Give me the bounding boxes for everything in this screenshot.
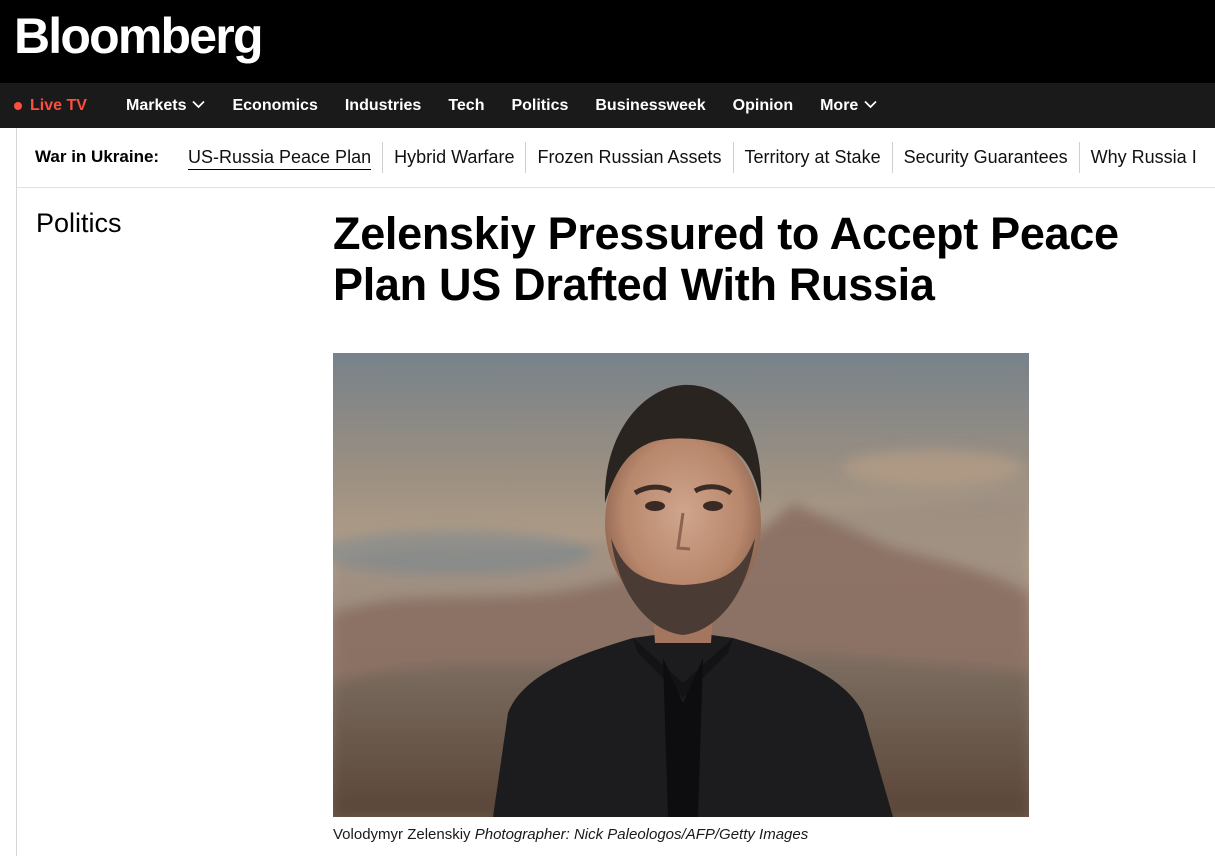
- live-dot-icon: [14, 101, 22, 110]
- nav-item-politics[interactable]: Politics: [511, 97, 568, 115]
- section-label[interactable]: Politics: [36, 208, 122, 239]
- nav-item-markets[interactable]: Markets: [126, 96, 206, 115]
- article-headline: Zelenskiy Pressured to Accept Peace Plan…: [333, 208, 1119, 310]
- nav-item-label: Tech: [448, 96, 485, 114]
- nav-item-label: More: [820, 96, 859, 114]
- nav-item-economics[interactable]: Economics: [232, 97, 317, 115]
- chevron-down-icon: [864, 100, 877, 109]
- nav-item-tech[interactable]: Tech: [448, 97, 484, 115]
- nav-item-opinion[interactable]: Opinion: [733, 97, 793, 115]
- photo-caption: Volodymyr Zelenskiy Photographer: Nick P…: [333, 826, 808, 843]
- nav-item-label: Politics: [511, 96, 569, 114]
- topic-label: Why Russia I: [1090, 147, 1197, 167]
- primary-nav: Live TV Markets Economics Industries Tec…: [0, 83, 1215, 128]
- nav-item-label: Businessweek: [595, 96, 706, 114]
- nav-item-label: Markets: [126, 96, 187, 114]
- topic-hybrid-warfare[interactable]: Hybrid Warfare: [383, 142, 527, 173]
- nav-item-industries[interactable]: Industries: [345, 97, 421, 115]
- bloomberg-logo[interactable]: Bloomberg: [14, 6, 264, 66]
- topic-list: US-Russia Peace Plan Hybrid Warfare Froz…: [177, 142, 1208, 173]
- nav-item-more[interactable]: More: [820, 97, 877, 115]
- topic-strip-title: War in Ukraine:: [35, 147, 160, 166]
- live-tv-link[interactable]: Live TV: [14, 83, 87, 128]
- topic-label: Security Guarantees: [903, 147, 1068, 167]
- topic-us-russia-peace-plan[interactable]: US-Russia Peace Plan: [177, 142, 384, 173]
- topic-territory-at-stake[interactable]: Territory at Stake: [734, 142, 893, 173]
- nav-item-label: Industries: [344, 96, 422, 114]
- topic-security-guarantees[interactable]: Security Guarantees: [893, 142, 1080, 173]
- content-divider: [16, 188, 17, 856]
- caption-credit: Photographer: Nick Paleologos/AFP/Getty …: [474, 826, 809, 843]
- nav-item-businessweek[interactable]: Businessweek: [595, 97, 705, 115]
- topic-label: Hybrid Warfare: [394, 147, 515, 167]
- nav-item-label: Opinion: [732, 96, 794, 114]
- live-tv-label: Live TV: [30, 96, 87, 114]
- topic-strip: War in Ukraine: US-Russia Peace Plan Hyb…: [16, 128, 1215, 188]
- topic-label: US-Russia Peace Plan: [188, 147, 372, 170]
- brand-bar: Bloomberg: [0, 0, 1215, 83]
- topic-label: Territory at Stake: [744, 147, 881, 167]
- nav-item-label: Economics: [232, 96, 318, 114]
- article-photo: [333, 353, 1029, 817]
- caption-subject: Volodymyr Zelenskiy: [333, 826, 471, 843]
- topic-why-russia[interactable]: Why Russia I: [1080, 142, 1208, 173]
- topic-label: Frozen Russian Assets: [537, 147, 722, 167]
- nav-menu: Markets Economics Industries Tech Politi…: [126, 83, 904, 128]
- topic-frozen-russian-assets[interactable]: Frozen Russian Assets: [526, 142, 734, 173]
- chevron-down-icon: [192, 100, 206, 109]
